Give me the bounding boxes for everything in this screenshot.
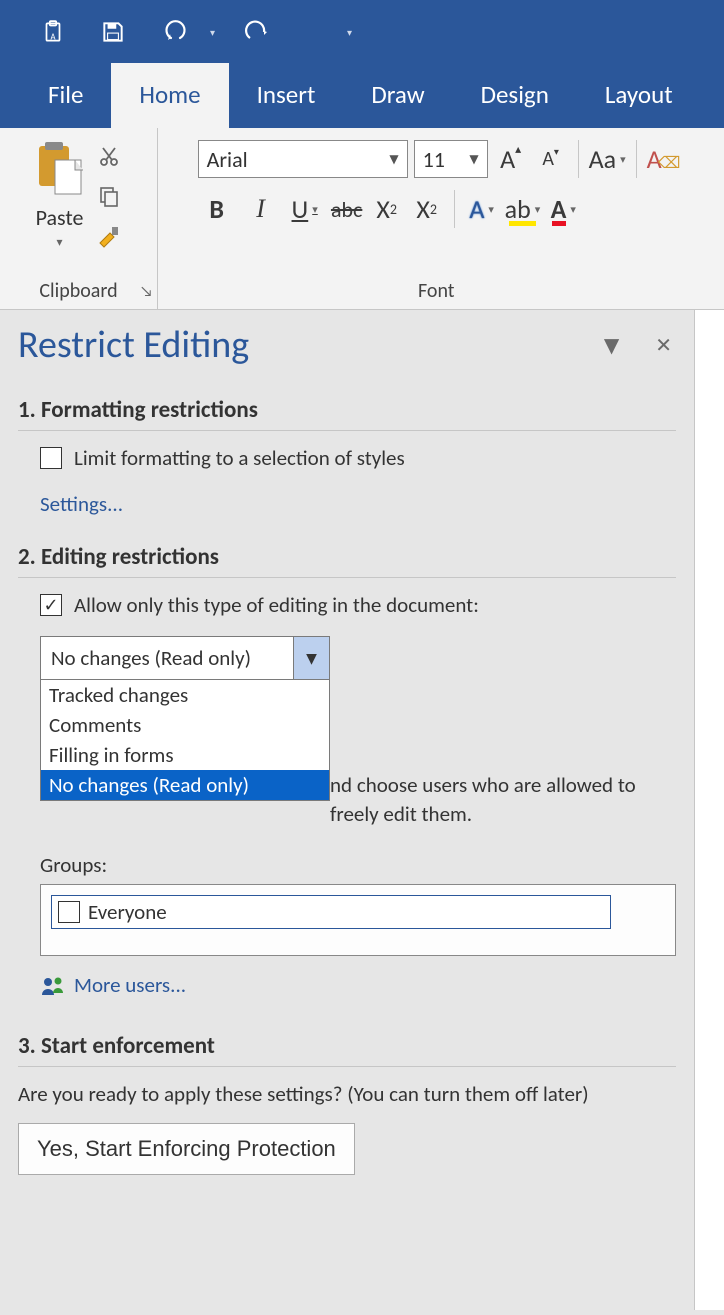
option-no-changes[interactable]: No changes (Read only) (41, 770, 329, 800)
strikethrough-button[interactable]: abc (330, 190, 364, 228)
tab-draw[interactable]: Draw (343, 63, 452, 128)
editing-type-dropdown: Tracked changes Comments Filling in form… (40, 680, 330, 801)
settings-link[interactable]: Settings... (40, 491, 123, 517)
tab-file[interactable]: File (20, 63, 111, 128)
ribbon: Paste ▾ (0, 128, 724, 310)
ribbon-tabs: File Home Insert Draw Design Layout (0, 64, 724, 128)
allow-only-checkbox[interactable]: ✓ (40, 594, 62, 616)
qat-customize-icon[interactable]: ▾ (347, 26, 352, 39)
groups-box: Everyone (40, 884, 676, 956)
clipboard-icon[interactable]: A (36, 15, 70, 49)
svg-text:A: A (50, 33, 55, 43)
section-heading-editing: 2. Editing restrictions (18, 543, 676, 578)
font-name-value: Arial (207, 146, 248, 173)
chevron-down-icon: ▼ (469, 152, 478, 167)
shrink-font-icon[interactable]: A▾ (534, 140, 568, 178)
document-area[interactable] (694, 310, 724, 1310)
cut-icon[interactable] (93, 140, 125, 172)
bold-button[interactable]: B (198, 190, 236, 228)
group-clipboard: Paste ▾ (0, 128, 158, 309)
exceptions-text-tail: nd choose users who are allowed to freel… (330, 772, 636, 827)
groups-label: Groups: (40, 852, 676, 878)
subscript-button[interactable]: X2 (370, 190, 404, 228)
change-case-button[interactable]: Aa▾ (589, 140, 626, 178)
close-icon[interactable]: ✕ (655, 333, 672, 358)
option-comments[interactable]: Comments (41, 710, 329, 740)
start-enforcing-button[interactable]: Yes, Start Enforcing Protection (18, 1123, 355, 1175)
font-color-button[interactable]: A▾ (546, 190, 580, 228)
limit-formatting-label: Limit formatting to a selection of style… (74, 445, 405, 471)
everyone-label: Everyone (88, 899, 167, 925)
paste-dropdown-icon[interactable]: ▾ (56, 235, 62, 250)
save-icon[interactable] (96, 15, 130, 49)
limit-formatting-checkbox[interactable] (40, 447, 62, 469)
format-painter-icon[interactable] (93, 220, 125, 252)
chevron-down-icon: ▼ (293, 637, 329, 679)
option-tracked-changes[interactable]: Tracked changes (41, 680, 329, 710)
clear-formatting-icon[interactable]: A⌫ (647, 140, 685, 178)
chevron-down-icon: ▼ (389, 152, 398, 167)
allow-only-label: Allow only this type of editing in the d… (74, 592, 479, 618)
font-name-combo[interactable]: Arial ▼ (198, 140, 408, 178)
everyone-checkbox[interactable] (58, 901, 80, 923)
pane-options-icon[interactable]: ▼ (604, 333, 619, 358)
tab-layout[interactable]: Layout (577, 63, 701, 128)
text-effects-button[interactable]: A▾ (465, 190, 499, 228)
enforcement-question: Are you ready to apply these settings? (… (18, 1081, 676, 1107)
pane-title: Restrict Editing (18, 322, 249, 368)
underline-button[interactable]: U▾ (286, 190, 324, 228)
option-filling-forms[interactable]: Filling in forms (41, 740, 329, 770)
restrict-editing-pane: Restrict Editing ▼ ✕ 1. Formatting restr… (0, 310, 694, 1310)
group-label-clipboard: Clipboard (0, 279, 157, 303)
undo-icon[interactable] (156, 15, 190, 49)
clipboard-dialog-launcher-icon[interactable]: ↘ (140, 283, 153, 301)
paste-button[interactable]: Paste ▾ (33, 136, 87, 252)
highlight-button[interactable]: ab▾ (505, 190, 541, 228)
grow-font-icon[interactable]: A▴ (494, 140, 528, 178)
section-heading-enforcement: 3. Start enforcement (18, 1032, 676, 1067)
font-size-combo[interactable]: 11 ▼ (414, 140, 488, 178)
group-label-font: Font (418, 279, 454, 303)
superscript-button[interactable]: X2 (410, 190, 444, 228)
editing-type-value: No changes (Read only) (41, 637, 261, 679)
tab-home[interactable]: Home (111, 63, 228, 128)
italic-button[interactable]: I (242, 190, 280, 228)
more-users-link[interactable]: More users... (74, 972, 186, 998)
editing-type-select[interactable]: No changes (Read only) ▼ (40, 636, 330, 680)
quick-access-toolbar: A ▾ ▾ (0, 0, 724, 64)
tab-design[interactable]: Design (453, 63, 577, 128)
font-size-value: 11 (423, 146, 445, 173)
paste-label: Paste (36, 204, 84, 231)
undo-dropdown-icon[interactable]: ▾ (210, 26, 215, 39)
section-heading-formatting: 1. Formatting restrictions (18, 396, 676, 431)
group-everyone-row[interactable]: Everyone (51, 895, 611, 929)
group-font: Arial ▼ 11 ▼ A▴ A▾ Aa▾ A⌫ B I U▾ (158, 128, 724, 309)
users-icon (40, 975, 66, 995)
copy-icon[interactable] (93, 180, 125, 212)
redo-icon[interactable] (241, 15, 275, 49)
tab-insert[interactable]: Insert (229, 63, 344, 128)
